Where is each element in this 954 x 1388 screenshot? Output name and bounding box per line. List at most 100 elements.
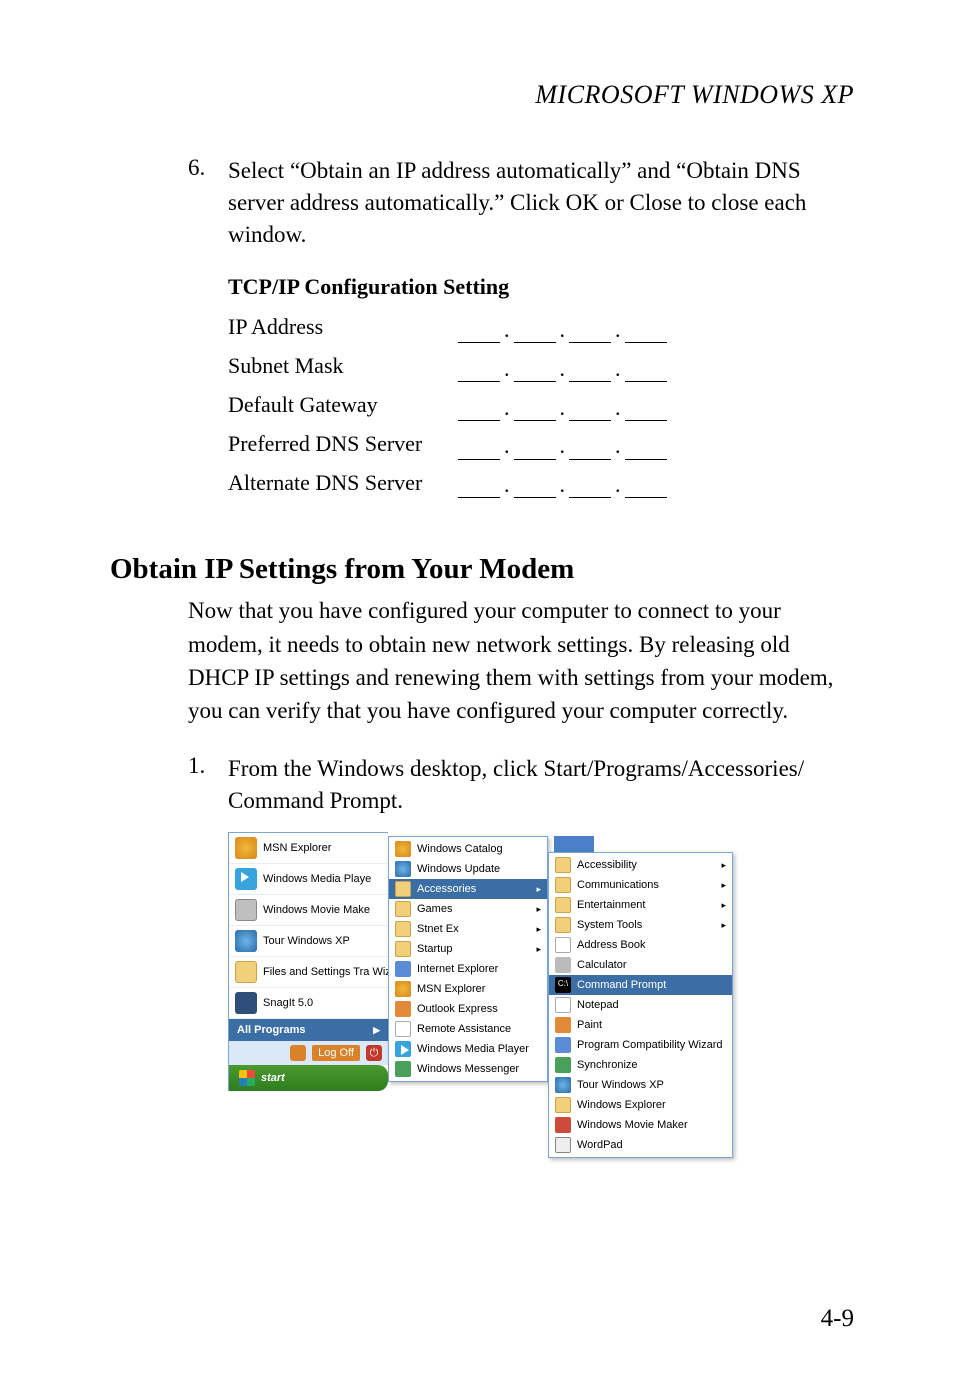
folder-icon: [395, 881, 411, 897]
dot-separator: .: [560, 358, 566, 382]
blue-icon: [555, 1037, 571, 1053]
power-button[interactable]: ⏻: [366, 1045, 382, 1061]
programs-menu-item[interactable]: Games: [389, 899, 547, 919]
dot-separator: .: [504, 435, 510, 459]
blank-field[interactable]: [569, 397, 611, 421]
programs-menu-item[interactable]: Outlook Express: [389, 999, 547, 1019]
programs-menu-item[interactable]: Internet Explorer: [389, 959, 547, 979]
blank-field[interactable]: [458, 397, 500, 421]
step-6-body: Select “Obtain an IP address automatical…: [228, 155, 854, 523]
app-icon: [235, 930, 257, 952]
tcpip-row-label: Alternate DNS Server: [228, 468, 458, 499]
accessories-menu-item[interactable]: Notepad: [549, 995, 732, 1015]
start-menu-pinned-item[interactable]: Tour Windows XP: [229, 926, 388, 957]
start-menu-pinned-item[interactable]: MSN Explorer: [229, 833, 388, 864]
accessories-menu-item[interactable]: Program Compatibility Wizard: [549, 1035, 732, 1055]
folder-icon: [395, 901, 411, 917]
blank-field[interactable]: [625, 397, 667, 421]
all-programs-button[interactable]: All Programs ▶: [229, 1019, 388, 1041]
accessories-menu-label: Windows Movie Maker: [577, 1119, 688, 1131]
dot-separator: .: [560, 474, 566, 498]
blank-field[interactable]: [458, 435, 500, 459]
blank-field[interactable]: [569, 319, 611, 343]
accessories-menu-item[interactable]: Calculator: [549, 955, 732, 975]
folder-icon: [555, 877, 571, 893]
start-menu-pinned-item[interactable]: Windows Movie Make: [229, 895, 388, 926]
app-icon: [235, 961, 257, 983]
tcpip-row-blanks: ...: [458, 397, 667, 421]
blank-field[interactable]: [569, 435, 611, 459]
programs-menu-label: Windows Catalog: [417, 843, 503, 855]
start-menu-pinned-label: Files and Settings Tra Wizard: [263, 966, 388, 978]
key-icon: [290, 1045, 306, 1061]
blank-field[interactable]: [569, 474, 611, 498]
accessories-menu-item[interactable]: Accessibility: [549, 855, 732, 875]
programs-menu-item[interactable]: Windows Update: [389, 859, 547, 879]
programs-menu-label: MSN Explorer: [417, 983, 485, 995]
programs-menu-item[interactable]: Windows Catalog: [389, 839, 547, 859]
blank-field[interactable]: [625, 474, 667, 498]
accessories-menu-item[interactable]: Windows Explorer: [549, 1095, 732, 1115]
page-number: 4-9: [821, 1305, 854, 1333]
app-icon: [235, 899, 257, 921]
blank-field[interactable]: [569, 358, 611, 382]
start-button[interactable]: start: [229, 1065, 388, 1091]
programs-menu-label: Accessories: [417, 883, 476, 895]
accessories-menu-item[interactable]: Synchronize: [549, 1055, 732, 1075]
blank-field[interactable]: [625, 435, 667, 459]
programs-menu-item[interactable]: Stnet Ex: [389, 919, 547, 939]
start-menu-pinned-label: Windows Media Playe: [263, 873, 371, 885]
accessories-menu-item[interactable]: Address Book: [549, 935, 732, 955]
prompt-icon: C:\: [555, 977, 571, 993]
page-header: MICROSOFT WINDOWS XP: [110, 80, 854, 110]
blank-field[interactable]: [458, 474, 500, 498]
start-menu-pinned-label: MSN Explorer: [263, 842, 331, 854]
programs-menu-item[interactable]: MSN Explorer: [389, 979, 547, 999]
blank-field[interactable]: [514, 474, 556, 498]
programs-menu-item[interactable]: Accessories: [389, 879, 547, 899]
programs-menu-item[interactable]: Remote Assistance: [389, 1019, 547, 1039]
dot-separator: .: [560, 319, 566, 343]
start-menu-pinned-item[interactable]: SnagIt 5.0: [229, 988, 388, 1019]
accessories-menu-item[interactable]: Communications: [549, 875, 732, 895]
blank-field[interactable]: [625, 358, 667, 382]
start-menu-pinned-item[interactable]: Windows Media Playe: [229, 864, 388, 895]
programs-menu-item[interactable]: Startup: [389, 939, 547, 959]
section-paragraph: Now that you have configured your comput…: [188, 594, 854, 727]
accessories-menu-item[interactable]: C:\Command Prompt: [549, 975, 732, 995]
blank-field[interactable]: [514, 397, 556, 421]
app-icon: [235, 868, 257, 890]
accessories-menu-item[interactable]: System Tools: [549, 915, 732, 935]
accessories-menu-label: Tour Windows XP: [577, 1079, 664, 1091]
step-1-number: 1.: [188, 753, 228, 817]
tcpip-row-blanks: ...: [458, 319, 667, 343]
start-label: start: [261, 1072, 285, 1084]
tcpip-row: Default Gateway...: [228, 390, 854, 421]
dot-separator: .: [504, 319, 510, 343]
programs-menu-label: Windows Messenger: [417, 1063, 519, 1075]
accessories-menu-item[interactable]: WordPad: [549, 1135, 732, 1155]
blank-field[interactable]: [514, 435, 556, 459]
programs-menu-item[interactable]: Windows Messenger: [389, 1059, 547, 1079]
folder-icon: [395, 921, 411, 937]
section-heading: Obtain IP Settings from Your Modem: [110, 553, 854, 586]
programs-menu-label: Windows Update: [417, 863, 500, 875]
blank-field[interactable]: [514, 319, 556, 343]
blank-field[interactable]: [514, 358, 556, 382]
accessories-submenu-wrap: Accessibility Communications Entertainment…: [548, 836, 733, 1158]
blank-field[interactable]: [625, 319, 667, 343]
programs-menu-item[interactable]: Windows Media Player: [389, 1039, 547, 1059]
accessories-menu-label: WordPad: [577, 1139, 623, 1151]
accessories-menu-item[interactable]: Paint: [549, 1015, 732, 1035]
accessories-menu-item[interactable]: Windows Movie Maker: [549, 1115, 732, 1135]
accessories-menu-label: Entertainment: [577, 899, 645, 911]
accessories-menu-label: Accessibility: [577, 859, 637, 871]
blank-field[interactable]: [458, 358, 500, 382]
blank-field[interactable]: [458, 319, 500, 343]
start-menu-pinned-item[interactable]: Files and Settings Tra Wizard: [229, 957, 388, 988]
log-off-button[interactable]: Log Off: [312, 1045, 360, 1061]
accessories-menu-label: System Tools: [577, 919, 642, 931]
accessories-menu-item[interactable]: Tour Windows XP: [549, 1075, 732, 1095]
accessories-menu-item[interactable]: Entertainment: [549, 895, 732, 915]
folder-icon: [555, 897, 571, 913]
